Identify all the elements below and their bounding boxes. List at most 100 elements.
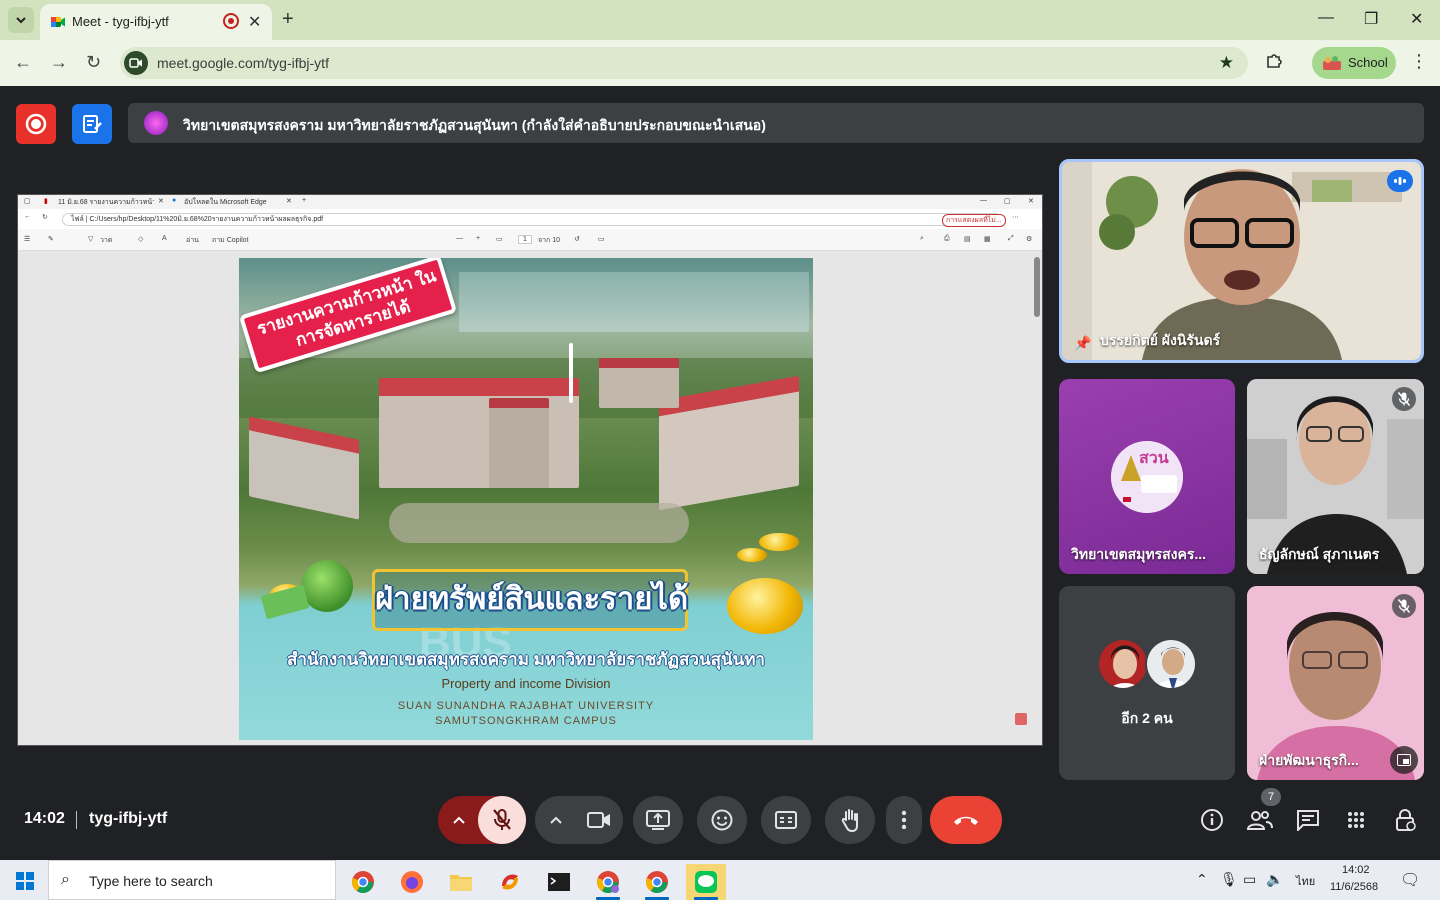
close-tab-icon[interactable]: ✕ (248, 12, 261, 32)
chrome-menu-icon[interactable]: ⋮ (1410, 51, 1428, 72)
banknote-icon (260, 584, 310, 620)
picture-in-picture-icon[interactable] (1390, 746, 1418, 774)
notes-icon (83, 115, 102, 133)
host-controls-icon[interactable] (1392, 806, 1420, 834)
raise-hand-button[interactable] (825, 796, 875, 844)
pdf-highlight-icon: ✎ (48, 236, 54, 243)
taskbar-clock-time[interactable]: 14:02 (1342, 864, 1370, 876)
site-info-icon[interactable] (124, 51, 148, 75)
poster-main-building (379, 378, 579, 488)
take-notes-button[interactable] (72, 104, 112, 144)
profile-label: School (1348, 55, 1388, 70)
participant-tile-speaker[interactable]: 📌 บรรยกิตย์ ผังนิรันดร์ (1059, 159, 1424, 363)
campus-logo-avatar: สวน (1111, 441, 1183, 513)
camera-toggle-button[interactable] (575, 796, 623, 844)
mic-off-icon (493, 809, 511, 830)
poster-ribbon-text: รายงานความก้าวหน้า ในการจัดหารายได้ (254, 266, 439, 350)
coin-icon (737, 548, 767, 562)
profile-button[interactable]: School (1312, 47, 1396, 79)
browser-tab-strip: Meet - tyg-ifbj-ytf ✕ + — ❐ ✕ (0, 0, 1440, 40)
shared-close-icon: ✕ (1028, 198, 1034, 205)
restore-icon[interactable]: ❐ (1364, 9, 1378, 29)
people-icon[interactable] (1246, 806, 1274, 834)
meeting-details-icon[interactable] (1198, 806, 1226, 834)
back-button[interactable]: ← (14, 52, 32, 73)
input-language[interactable]: ไทย (1296, 872, 1315, 890)
shared-tab-close-icon: ✕ (158, 198, 164, 205)
meet-window: วิทยาเขตสมุทรสงคราม มหาวิทยาลัยราชภัฏสวน… (0, 86, 1440, 860)
camera-options-chevron-icon[interactable] (547, 812, 565, 828)
shared-screen[interactable]: ▢ ▮ 11 มิ.ย.68 รายงานความก้าวหน้าผลผ... … (17, 194, 1043, 746)
pdf-text-icon: A (162, 235, 167, 242)
taskbar-clock-date[interactable]: 11/6/2568 (1330, 881, 1378, 893)
poster-university: SUAN SUNANDHA RAJABHAT UNIVERSITY SAMUTS… (239, 699, 813, 729)
shared-reload-icon: ↻ (42, 214, 48, 221)
shared-file-label: ไฟล์ (71, 216, 84, 223)
reactions-button[interactable] (697, 796, 747, 844)
tray-chevron-icon[interactable]: ⌃ (1196, 871, 1208, 888)
terminal-icon[interactable] (539, 864, 579, 900)
present-screen-button[interactable] (633, 796, 683, 844)
app-icon[interactable] (490, 864, 530, 900)
mic-options-chevron-icon[interactable] (450, 812, 468, 828)
poster-tower (489, 398, 549, 488)
participant-tile-campus[interactable]: สวน วิทยาเขตสมุทรสงคร... (1059, 379, 1235, 574)
tray-mic-icon[interactable]: 🎙 (1220, 871, 1238, 888)
google-meet-icon (51, 17, 65, 27)
forward-button[interactable]: → (50, 52, 68, 73)
windows-start-icon[interactable] (16, 872, 34, 890)
activities-icon[interactable] (1342, 806, 1370, 834)
chat-icon[interactable] (1294, 806, 1322, 834)
pdf-toolbar: ☰ ✎ ▽ วาด ◇ A อ่าน ถาม Copilot — + ▭ 1 จ… (18, 229, 1042, 251)
presenting-caption: วิทยาเขตสมุทรสงคราม มหาวิทยาลัยราชภัฏสวน… (183, 117, 766, 133)
tab-search-button[interactable] (8, 7, 34, 33)
poster-subtitle-thai: สำนักงานวิทยาเขตสมุทรสงคราม มหาวิทยาลัยร… (287, 650, 765, 669)
shared-minimize-icon: — (980, 197, 987, 204)
shared-url-text: C:/Users/hp/Desktop/11%20มิ.ย.68%20รายงา… (89, 216, 324, 223)
recording-button[interactable] (16, 104, 56, 144)
new-tab-button[interactable]: + (282, 8, 294, 31)
participant-tile-woman[interactable]: ธัญลักษณ์ สุภาเนตร (1247, 379, 1424, 574)
pdf-scrollbar[interactable] (1034, 257, 1040, 317)
reload-button[interactable]: ↻ (86, 52, 101, 73)
meeting-time: 14:02 (24, 810, 65, 827)
address-bar[interactable]: meet.google.com/tyg-ifbj-ytf ★ (120, 47, 1248, 79)
captions-button[interactable] (761, 796, 811, 844)
leave-call-button[interactable] (930, 796, 1002, 844)
pdf-corner-icon (1015, 713, 1027, 725)
more-options-button[interactable] (886, 796, 922, 844)
participant-avatar (1097, 638, 1149, 690)
coin-icon (759, 533, 799, 551)
pin-icon[interactable]: 📌 (1074, 335, 1091, 352)
camera-controls (535, 796, 623, 844)
microphone-toggle-button[interactable] (478, 796, 526, 844)
pdf-file-icon: ▮ (44, 198, 48, 205)
line-app-icon[interactable] (686, 864, 726, 900)
extensions-puzzle-icon[interactable] (1265, 52, 1283, 70)
bookmark-star-icon[interactable]: ★ (1219, 53, 1234, 73)
chrome-profile-app-icon[interactable] (588, 864, 628, 900)
participant-tile-business[interactable]: ฝ่ายพัฒนาธุรกิ... (1247, 586, 1424, 780)
participant-tile-others[interactable]: อีก 2 คน (1059, 586, 1235, 780)
pdf-copilot-label: ถาม Copilot (212, 237, 249, 244)
pdf-zoom-out-icon: — (456, 235, 463, 242)
firefox-app-icon[interactable] (392, 864, 432, 900)
taskbar-search[interactable]: ⌕ Type here to search (48, 860, 336, 900)
participant-name: ธัญลักษณ์ สุภาเนตร (1259, 546, 1380, 562)
captions-icon (775, 811, 797, 829)
poster-flagpole (569, 343, 573, 403)
chrome-app-icon-2[interactable] (637, 864, 677, 900)
hang-up-icon (954, 816, 978, 825)
file-explorer-icon[interactable] (441, 864, 481, 900)
volume-icon[interactable]: 🔈 (1266, 871, 1283, 888)
tab-meet[interactable]: Meet - tyg-ifbj-ytf ✕ (40, 4, 272, 40)
search-icon: ⌕ (61, 871, 70, 888)
present-screen-icon (646, 810, 670, 830)
close-window-icon[interactable]: ✕ (1410, 9, 1423, 29)
minimize-icon[interactable]: — (1318, 9, 1334, 27)
emoji-icon (711, 809, 733, 831)
participant-name: วิทยาเขตสมุทรสงคร... (1071, 546, 1207, 562)
network-icon[interactable]: ▭ (1243, 871, 1256, 888)
notifications-icon[interactable]: 🗨 (1400, 870, 1420, 890)
chrome-app-icon[interactable] (343, 864, 383, 900)
